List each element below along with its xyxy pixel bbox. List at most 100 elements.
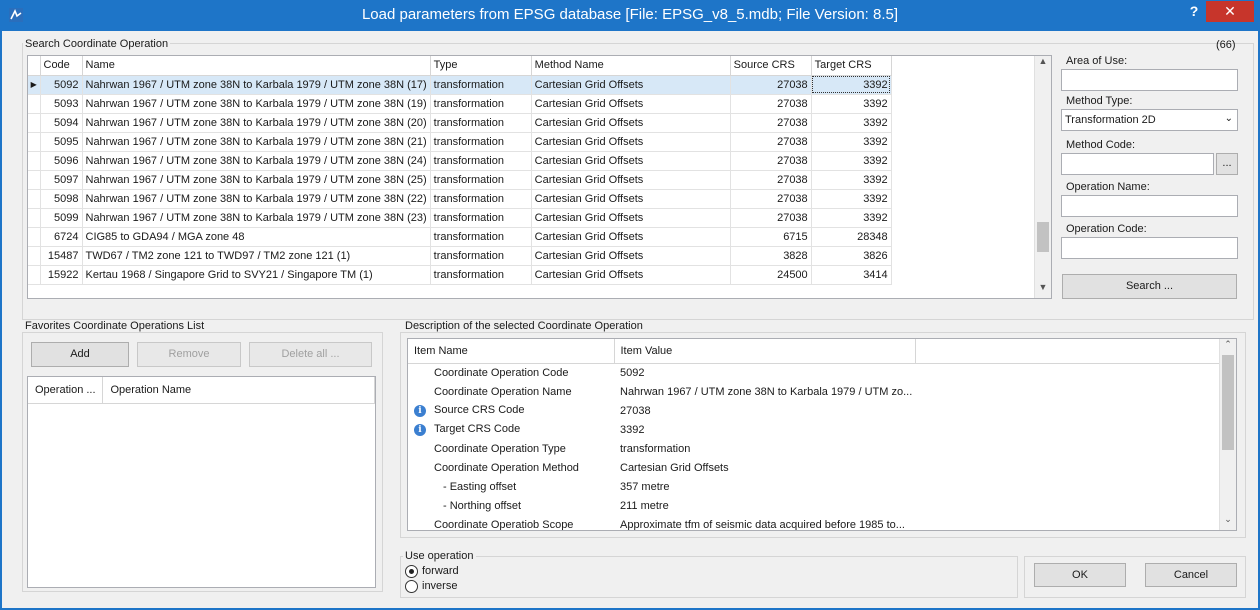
table-row[interactable]: 5095 Nahrwan 1967 / UTM zone 38N to Karba… bbox=[28, 132, 892, 152]
column-header-item-value[interactable]: Item Value bbox=[614, 339, 916, 364]
table-row[interactable]: 5096 Nahrwan 1967 / UTM zone 38N to Karba… bbox=[28, 151, 892, 171]
cell-source-crs[interactable]: 27038 bbox=[730, 151, 812, 171]
cell-type[interactable]: transformation bbox=[430, 170, 532, 190]
cell-method-name[interactable]: Cartesian Grid Offsets bbox=[531, 246, 731, 266]
description-row[interactable]: Coordinate Operation Type transformation bbox=[408, 439, 1220, 458]
table-row[interactable]: 5097 Nahrwan 1967 / UTM zone 38N to Karba… bbox=[28, 170, 892, 190]
method-code-input[interactable] bbox=[1061, 153, 1214, 175]
cell-source-crs[interactable]: 24500 bbox=[730, 265, 812, 285]
search-scrollbar[interactable]: ▲ ▼ bbox=[1034, 56, 1051, 298]
cell-code[interactable]: 5096 bbox=[40, 151, 83, 171]
cell-code[interactable]: 5097 bbox=[40, 170, 83, 190]
cell-name[interactable]: Nahrwan 1967 / UTM zone 38N to Karbala 1… bbox=[82, 94, 431, 114]
cell-name[interactable]: Nahrwan 1967 / UTM zone 38N to Karbala 1… bbox=[82, 208, 431, 228]
column-header-name[interactable]: Name bbox=[82, 56, 431, 76]
cell-method-name[interactable]: Cartesian Grid Offsets bbox=[531, 265, 731, 285]
cell-type[interactable]: transformation bbox=[430, 246, 532, 266]
cell-name[interactable]: CIG85 to GDA94 / MGA zone 48 bbox=[82, 227, 431, 247]
cell-target-crs[interactable]: 3392 bbox=[811, 94, 892, 114]
table-row[interactable]: ▶ 5092 Nahrwan 1967 / UTM zone 38N to Karb… bbox=[28, 75, 892, 95]
cell-source-crs[interactable]: 27038 bbox=[730, 132, 812, 152]
table-row[interactable]: 5094 Nahrwan 1967 / UTM zone 38N to Karba… bbox=[28, 113, 892, 133]
column-header-method-name[interactable]: Method Name bbox=[531, 56, 731, 76]
cell-type[interactable]: transformation bbox=[430, 227, 532, 247]
cell-type[interactable]: transformation bbox=[430, 151, 532, 171]
description-row[interactable]: Coordinate Operation Name Nahrwan 1967 / … bbox=[408, 382, 1220, 401]
cell-target-crs[interactable]: 3392 bbox=[811, 132, 892, 152]
cell-name[interactable]: Nahrwan 1967 / UTM zone 38N to Karbala 1… bbox=[82, 189, 431, 209]
favorites-grid[interactable]: Operation ... Operation Name bbox=[27, 376, 376, 588]
cell-type[interactable]: transformation bbox=[430, 94, 532, 114]
cell-code[interactable]: 15487 bbox=[40, 246, 83, 266]
cell-name[interactable]: Nahrwan 1967 / UTM zone 38N to Karbala 1… bbox=[82, 132, 431, 152]
current-row-arrow-icon[interactable]: ▶ bbox=[28, 75, 41, 95]
cell-target-crs[interactable]: 3392 bbox=[811, 189, 892, 209]
row-indicator[interactable] bbox=[28, 113, 41, 133]
cell-name[interactable]: Nahrwan 1967 / UTM zone 38N to Karbala 1… bbox=[82, 151, 431, 171]
info-icon[interactable]: i bbox=[414, 424, 426, 436]
cell-source-crs[interactable]: 27038 bbox=[730, 189, 812, 209]
scrollbar-thumb[interactable] bbox=[1037, 222, 1049, 252]
cell-code[interactable]: 5092 bbox=[40, 75, 83, 95]
scrollbar-thumb[interactable] bbox=[1222, 355, 1234, 450]
favorites-column-operation-name[interactable]: Operation Name bbox=[102, 377, 375, 404]
cell-code[interactable]: 15922 bbox=[40, 265, 83, 285]
cell-name[interactable]: Kertau 1968 / Singapore Grid to SVY21 / … bbox=[82, 265, 431, 285]
cell-source-crs[interactable]: 3828 bbox=[730, 246, 812, 266]
cell-target-crs[interactable]: 3414 bbox=[811, 265, 892, 285]
cell-method-name[interactable]: Cartesian Grid Offsets bbox=[531, 189, 731, 209]
method-code-browse-button[interactable]: ... bbox=[1216, 153, 1238, 175]
description-row[interactable]: i Target CRS Code 3392 bbox=[408, 420, 1220, 439]
column-header-item-name[interactable]: Item Name bbox=[408, 339, 615, 364]
scroll-up-arrow-icon[interactable]: ⌃ bbox=[1220, 339, 1236, 355]
cell-type[interactable]: transformation bbox=[430, 208, 532, 228]
cell-code[interactable]: 5094 bbox=[40, 113, 83, 133]
operation-code-input[interactable] bbox=[1061, 237, 1238, 259]
table-row[interactable]: 5093 Nahrwan 1967 / UTM zone 38N to Karba… bbox=[28, 94, 892, 114]
cell-source-crs[interactable]: 27038 bbox=[730, 113, 812, 133]
area-of-use-input[interactable] bbox=[1061, 69, 1238, 91]
row-indicator[interactable] bbox=[28, 265, 41, 285]
cell-target-crs[interactable]: 3392 bbox=[811, 208, 892, 228]
cell-code[interactable]: 5093 bbox=[40, 94, 83, 114]
column-header-type[interactable]: Type bbox=[430, 56, 532, 76]
cell-name[interactable]: Nahrwan 1967 / UTM zone 38N to Karbala 1… bbox=[82, 75, 431, 95]
cell-method-name[interactable]: Cartesian Grid Offsets bbox=[531, 208, 731, 228]
inverse-radio[interactable] bbox=[405, 580, 418, 593]
table-row[interactable]: 6724 CIG85 to GDA94 / MGA zone 48 transfor… bbox=[28, 227, 892, 247]
row-indicator[interactable] bbox=[28, 170, 41, 190]
info-icon[interactable]: i bbox=[414, 405, 426, 417]
forward-radio[interactable] bbox=[405, 565, 418, 578]
cell-method-name[interactable]: Cartesian Grid Offsets bbox=[531, 132, 731, 152]
cell-target-crs[interactable]: 28348 bbox=[811, 227, 892, 247]
cell-name[interactable]: Nahrwan 1967 / UTM zone 38N to Karbala 1… bbox=[82, 170, 431, 190]
search-results-grid[interactable]: Code Name Type Method Name Source CRS Ta… bbox=[27, 55, 1052, 299]
cell-target-crs[interactable]: 3392 bbox=[811, 113, 892, 133]
help-button[interactable]: ? bbox=[1184, 3, 1204, 23]
method-type-select[interactable]: Transformation 2D ⌄ bbox=[1061, 109, 1238, 131]
cell-source-crs[interactable]: 27038 bbox=[730, 170, 812, 190]
delete-all-favorites-button[interactable]: Delete all ... bbox=[249, 342, 372, 367]
description-row[interactable]: - Northing offset 211 metre bbox=[408, 496, 1220, 515]
scroll-down-arrow-icon[interactable]: ▼ bbox=[1035, 282, 1051, 298]
cell-source-crs[interactable]: 6715 bbox=[730, 227, 812, 247]
cell-code[interactable]: 5095 bbox=[40, 132, 83, 152]
inverse-radio-label[interactable]: inverse bbox=[422, 580, 457, 592]
cell-code[interactable]: 5099 bbox=[40, 208, 83, 228]
cell-source-crs[interactable]: 27038 bbox=[730, 208, 812, 228]
cell-name[interactable]: TWD67 / TM2 zone 121 to TWD97 / TM2 zone… bbox=[82, 246, 431, 266]
forward-radio-label[interactable]: forward bbox=[422, 565, 459, 577]
cell-source-crs[interactable]: 27038 bbox=[730, 75, 812, 95]
cancel-button[interactable]: Cancel bbox=[1145, 563, 1237, 587]
operation-name-input[interactable] bbox=[1061, 195, 1238, 217]
close-button[interactable]: ✕ bbox=[1206, 1, 1254, 22]
cell-type[interactable]: transformation bbox=[430, 75, 532, 95]
row-indicator[interactable] bbox=[28, 132, 41, 152]
cell-target-crs[interactable]: 3392 bbox=[811, 151, 892, 171]
description-grid[interactable]: Item Name Item Value Coordinate Operatio… bbox=[407, 338, 1237, 531]
description-scrollbar[interactable]: ⌃ ⌄ bbox=[1219, 339, 1236, 530]
table-row[interactable]: 15487 TWD67 / TM2 zone 121 to TWD97 / TM2… bbox=[28, 246, 892, 266]
search-button[interactable]: Search ... bbox=[1062, 274, 1237, 299]
description-row[interactable]: Coordinate Operatiob Scope Approximate tf… bbox=[408, 515, 1220, 531]
row-indicator[interactable] bbox=[28, 227, 41, 247]
